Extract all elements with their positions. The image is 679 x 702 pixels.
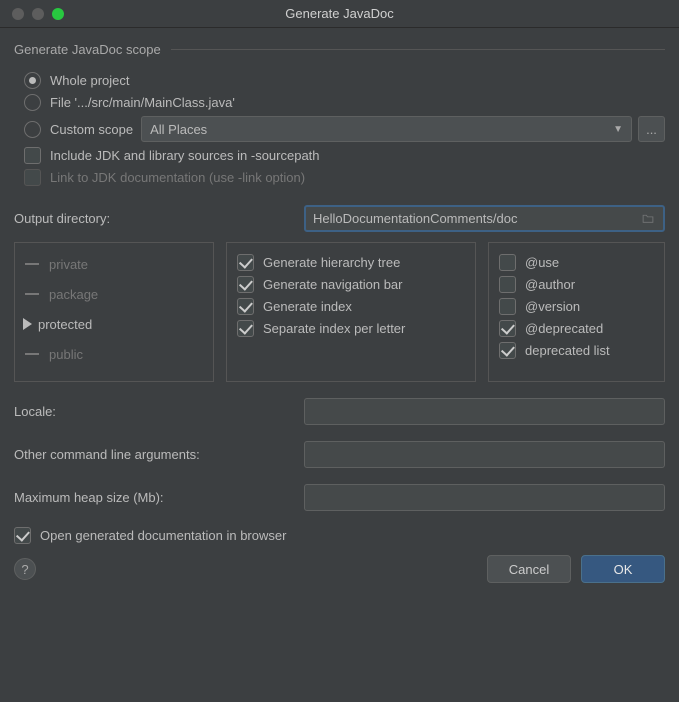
window-controls xyxy=(0,8,64,20)
folder-icon[interactable] xyxy=(640,212,656,225)
locale-row: Locale: xyxy=(14,398,665,425)
visibility-public[interactable]: public xyxy=(25,339,203,369)
radio-label: File '.../src/main/MainClass.java' xyxy=(50,95,235,110)
output-directory-value: HelloDocumentationComments/doc xyxy=(313,211,517,226)
radio-label: Whole project xyxy=(50,73,129,88)
tick-icon xyxy=(25,263,39,265)
radio-whole-project[interactable]: Whole project xyxy=(24,72,665,89)
checkbox-label: Generate hierarchy tree xyxy=(263,255,400,270)
generate-options-panel: Generate hierarchy tree Generate navigat… xyxy=(226,242,476,382)
checkbox-label: deprecated list xyxy=(525,343,610,358)
checkbox-icon xyxy=(499,320,516,337)
checkbox-open-browser[interactable]: Open generated documentation in browser xyxy=(14,527,665,544)
checkbox-link-jdk: Link to JDK documentation (use -link opt… xyxy=(24,169,665,186)
cancel-button[interactable]: Cancel xyxy=(487,555,571,583)
checkbox-icon xyxy=(237,320,254,337)
output-directory-field[interactable]: HelloDocumentationComments/doc xyxy=(304,205,665,232)
radio-icon xyxy=(24,94,41,111)
checkbox-icon xyxy=(237,276,254,293)
checkbox-icon xyxy=(24,147,41,164)
checkbox-label: Open generated documentation in browser xyxy=(40,528,286,543)
ok-button[interactable]: OK xyxy=(581,555,665,583)
close-window-icon[interactable] xyxy=(12,8,24,20)
chevron-down-icon: ▼ xyxy=(613,124,623,135)
checkbox-label: Include JDK and library sources in -sour… xyxy=(50,148,320,163)
checkbox-hierarchy[interactable]: Generate hierarchy tree xyxy=(237,254,465,271)
locale-field[interactable] xyxy=(304,398,665,425)
checkbox-label: @author xyxy=(525,277,575,292)
tick-icon xyxy=(25,293,39,295)
visibility-label: package xyxy=(49,287,98,302)
checkbox-icon xyxy=(499,254,516,271)
minimize-window-icon[interactable] xyxy=(32,8,44,20)
checkbox-icon xyxy=(499,342,516,359)
checkbox-deprecated[interactable]: @deprecated xyxy=(499,320,654,337)
checkbox-include-jdk[interactable]: Include JDK and library sources in -sour… xyxy=(24,147,665,164)
checkbox-separate-index[interactable]: Separate index per letter xyxy=(237,320,465,337)
checkbox-label: Separate index per letter xyxy=(263,321,405,336)
checkbox-icon xyxy=(24,169,41,186)
custom-scope-select[interactable]: All Places ▼ xyxy=(141,116,632,142)
radio-file[interactable]: File '.../src/main/MainClass.java' xyxy=(24,94,665,111)
checkbox-label: @use xyxy=(525,255,559,270)
tag-options-panel: @use @author @version @deprecated deprec… xyxy=(488,242,665,382)
dialog-title: Generate JavaDoc xyxy=(0,6,679,21)
scope-legend: Generate JavaDoc scope xyxy=(14,42,171,57)
browse-scope-button[interactable]: ... xyxy=(638,116,665,142)
other-args-label: Other command line arguments: xyxy=(14,447,304,462)
other-args-field[interactable] xyxy=(304,441,665,468)
visibility-label: private xyxy=(49,257,88,272)
visibility-protected[interactable]: protected xyxy=(25,309,203,339)
checkbox-icon xyxy=(237,254,254,271)
checkbox-icon xyxy=(499,276,516,293)
options-columns: private package protected public Generat… xyxy=(14,242,665,382)
scope-group: Generate JavaDoc scope Whole project Fil… xyxy=(14,42,665,195)
checkbox-label: Link to JDK documentation (use -link opt… xyxy=(50,170,305,185)
checkbox-deprecated-list[interactable]: deprecated list xyxy=(499,342,654,359)
other-args-row: Other command line arguments: xyxy=(14,441,665,468)
output-directory-row: Output directory: HelloDocumentationComm… xyxy=(14,205,665,232)
ellipsis-icon: ... xyxy=(646,122,657,137)
titlebar: Generate JavaDoc xyxy=(0,0,679,28)
radio-icon xyxy=(24,121,41,138)
checkbox-label: @version xyxy=(525,299,580,314)
checkbox-index[interactable]: Generate index xyxy=(237,298,465,315)
arrow-right-icon xyxy=(23,318,32,330)
tick-icon xyxy=(25,353,39,355)
output-directory-label: Output directory: xyxy=(14,211,304,226)
visibility-package[interactable]: package xyxy=(25,279,203,309)
dialog-footer: ? Cancel OK xyxy=(0,555,679,597)
checkbox-label: Generate index xyxy=(263,299,352,314)
locale-label: Locale: xyxy=(14,404,304,419)
heap-field[interactable] xyxy=(304,484,665,511)
visibility-label: protected xyxy=(38,317,92,332)
help-icon: ? xyxy=(21,562,28,577)
checkbox-icon xyxy=(14,527,31,544)
button-label: OK xyxy=(614,562,633,577)
visibility-panel[interactable]: private package protected public xyxy=(14,242,214,382)
select-value: All Places xyxy=(150,122,207,137)
radio-custom-scope[interactable]: Custom scope All Places ▼ ... xyxy=(24,116,665,142)
checkbox-version[interactable]: @version xyxy=(499,298,654,315)
radio-icon xyxy=(24,72,41,89)
visibility-private[interactable]: private xyxy=(25,249,203,279)
visibility-label: public xyxy=(49,347,83,362)
radio-label: Custom scope xyxy=(50,122,133,137)
heap-label: Maximum heap size (Mb): xyxy=(14,490,304,505)
maximize-window-icon[interactable] xyxy=(52,8,64,20)
checkbox-icon xyxy=(499,298,516,315)
checkbox-icon xyxy=(237,298,254,315)
button-label: Cancel xyxy=(509,562,549,577)
checkbox-label: @deprecated xyxy=(525,321,603,336)
heap-row: Maximum heap size (Mb): xyxy=(14,484,665,511)
help-button[interactable]: ? xyxy=(14,558,36,580)
checkbox-label: Generate navigation bar xyxy=(263,277,402,292)
checkbox-navbar[interactable]: Generate navigation bar xyxy=(237,276,465,293)
checkbox-author[interactable]: @author xyxy=(499,276,654,293)
checkbox-use[interactable]: @use xyxy=(499,254,654,271)
